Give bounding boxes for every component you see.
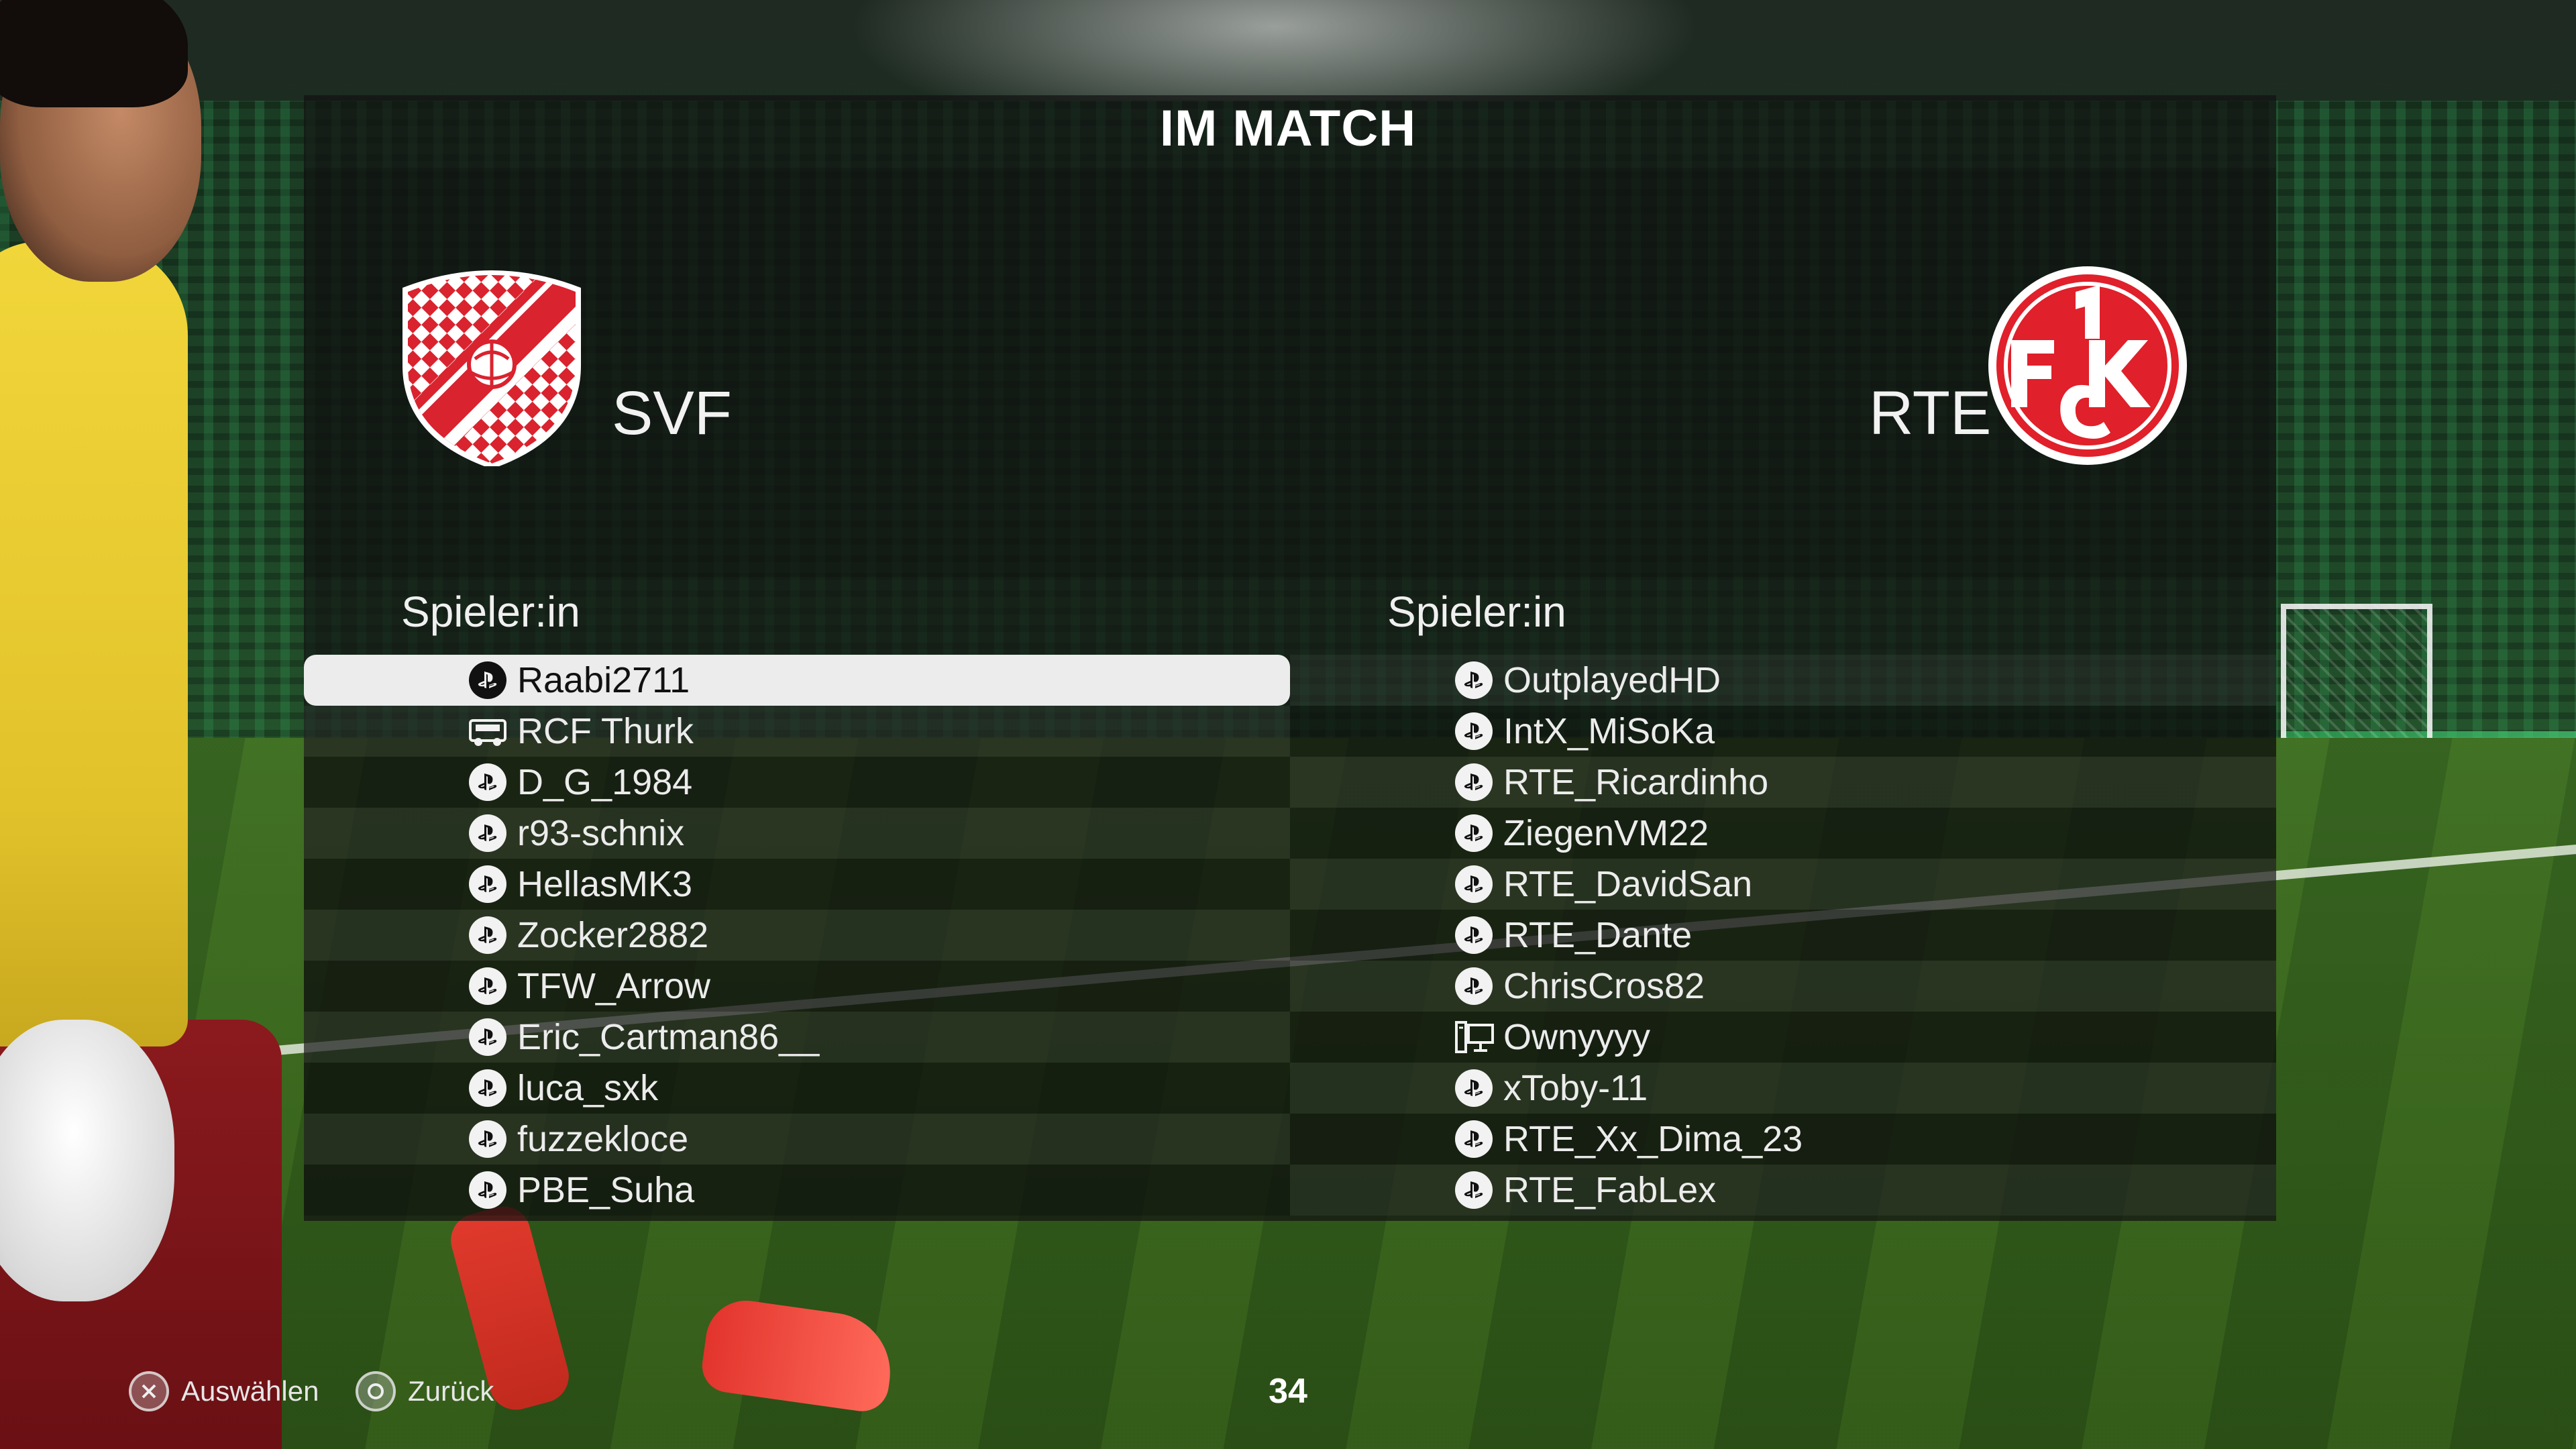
home-column-header: Spieler:in xyxy=(401,588,580,636)
player-row[interactable]: OutplayedHD xyxy=(1290,655,2276,706)
cross-button-icon xyxy=(129,1371,169,1411)
player-row[interactable]: PBE_Suha xyxy=(304,1165,1290,1216)
player-row[interactable]: RTE_Ricardinho xyxy=(1290,757,2276,808)
home-player-list: Raabi2711 RCF Thurk D_G_1984 r93-schnix … xyxy=(304,655,1290,1216)
playstation-icon xyxy=(469,763,506,801)
circle-button-icon xyxy=(356,1371,396,1411)
player-name: luca_sxk xyxy=(517,1068,659,1108)
player-name: RTE_FabLex xyxy=(1503,1170,1717,1210)
player-name: r93-schnix xyxy=(517,813,685,853)
player-name: OutplayedHD xyxy=(1503,660,1721,700)
player-name: Ownyyyy xyxy=(1503,1017,1651,1057)
player-name: ZiegenVM22 xyxy=(1503,813,1709,853)
player-row[interactable]: TFW_Arrow xyxy=(304,961,1290,1012)
playstation-icon xyxy=(469,916,506,954)
player-name: RTE_Dante xyxy=(1503,915,1693,955)
goalkeeper-glove xyxy=(0,1020,174,1301)
back-button[interactable]: Zurück xyxy=(356,1371,494,1411)
player-name: Zocker2882 xyxy=(517,915,709,955)
playstation-icon xyxy=(1455,661,1493,699)
player-name: xToby-11 xyxy=(1503,1068,1648,1108)
player-row[interactable]: RTE_Dante xyxy=(1290,910,2276,961)
player-row-selected[interactable]: Raabi2711 xyxy=(304,655,1290,706)
player-name: TFW_Arrow xyxy=(517,966,710,1006)
back-label: Zurück xyxy=(408,1375,494,1407)
player-name: RTE_DavidSan xyxy=(1503,864,1753,904)
select-label: Auswählen xyxy=(181,1375,319,1407)
player-row[interactable]: RTE_DavidSan xyxy=(1290,859,2276,910)
player-name: Eric_Cartman86__ xyxy=(517,1017,820,1057)
player-row[interactable]: Ownyyyy xyxy=(1290,1012,2276,1063)
player-name: RCF Thurk xyxy=(517,711,694,751)
player-row[interactable]: Eric_Cartman86__ xyxy=(304,1012,1290,1063)
player-name: fuzzekloce xyxy=(517,1119,689,1159)
player-row[interactable]: RTE_FabLex xyxy=(1290,1165,2276,1216)
player-row[interactable]: Zocker2882 xyxy=(304,910,1290,961)
playstation-icon xyxy=(469,967,506,1005)
player-row[interactable]: D_G_1984 xyxy=(304,757,1290,808)
playstation-icon xyxy=(1455,967,1493,1005)
player-name: D_G_1984 xyxy=(517,762,693,802)
fck-crest-icon xyxy=(1988,266,2187,465)
player-name: ChrisCros82 xyxy=(1503,966,1705,1006)
cpu-controller-icon xyxy=(469,712,506,750)
playstation-icon xyxy=(1455,1069,1493,1107)
player-name: RTE_Xx_Dima_23 xyxy=(1503,1119,1803,1159)
player-row[interactable]: RCF Thurk xyxy=(304,706,1290,757)
playstation-icon xyxy=(469,1120,506,1158)
pc-icon xyxy=(1455,1018,1494,1056)
playstation-icon xyxy=(1455,865,1493,903)
playstation-icon xyxy=(469,814,506,852)
player-row[interactable]: ZiegenVM22 xyxy=(1290,808,2276,859)
player-name: Raabi2711 xyxy=(517,660,690,700)
playstation-icon xyxy=(469,865,506,903)
player-name: PBE_Suha xyxy=(517,1170,695,1210)
player-name: HellasMK3 xyxy=(517,864,693,904)
player-row[interactable]: RTE_Xx_Dima_23 xyxy=(1290,1114,2276,1165)
player-row[interactable]: IntX_MiSoKa xyxy=(1290,706,2276,757)
player-row[interactable]: HellasMK3 xyxy=(304,859,1290,910)
team-header-band xyxy=(304,168,2276,577)
player-row[interactable]: luca_sxk xyxy=(304,1063,1290,1114)
playstation-icon xyxy=(1455,916,1493,954)
player-row[interactable]: r93-schnix xyxy=(304,808,1290,859)
playstation-icon xyxy=(1455,1171,1493,1209)
playstation-icon xyxy=(1455,814,1493,852)
match-timer: 34 xyxy=(1269,1372,1307,1411)
goalkeeper-hair xyxy=(0,0,188,107)
playstation-icon xyxy=(1455,763,1493,801)
player-row[interactable]: ChrisCros82 xyxy=(1290,961,2276,1012)
playstation-icon xyxy=(1455,712,1493,750)
goalkeeper-jersey xyxy=(0,241,188,1046)
playstation-icon xyxy=(469,1018,506,1056)
svf-crest-icon xyxy=(402,270,581,466)
playstation-icon xyxy=(469,1171,506,1209)
panel-title: IM MATCH xyxy=(1159,100,1417,157)
home-team-name: SVF xyxy=(612,379,732,447)
player-row[interactable]: xToby-11 xyxy=(1290,1063,2276,1114)
player-name: RTE_Ricardinho xyxy=(1503,762,1769,802)
playstation-icon xyxy=(469,661,506,699)
away-team-name: RTE xyxy=(1869,379,1992,447)
select-button[interactable]: Auswählen xyxy=(129,1371,319,1411)
playstation-icon xyxy=(1455,1120,1493,1158)
player-name: IntX_MiSoKa xyxy=(1503,711,1715,751)
away-player-list: OutplayedHD IntX_MiSoKa RTE_Ricardinho Z… xyxy=(1290,655,2276,1216)
player-row[interactable]: fuzzekloce xyxy=(304,1114,1290,1165)
playstation-icon xyxy=(469,1069,506,1107)
away-column-header: Spieler:in xyxy=(1387,588,1566,636)
